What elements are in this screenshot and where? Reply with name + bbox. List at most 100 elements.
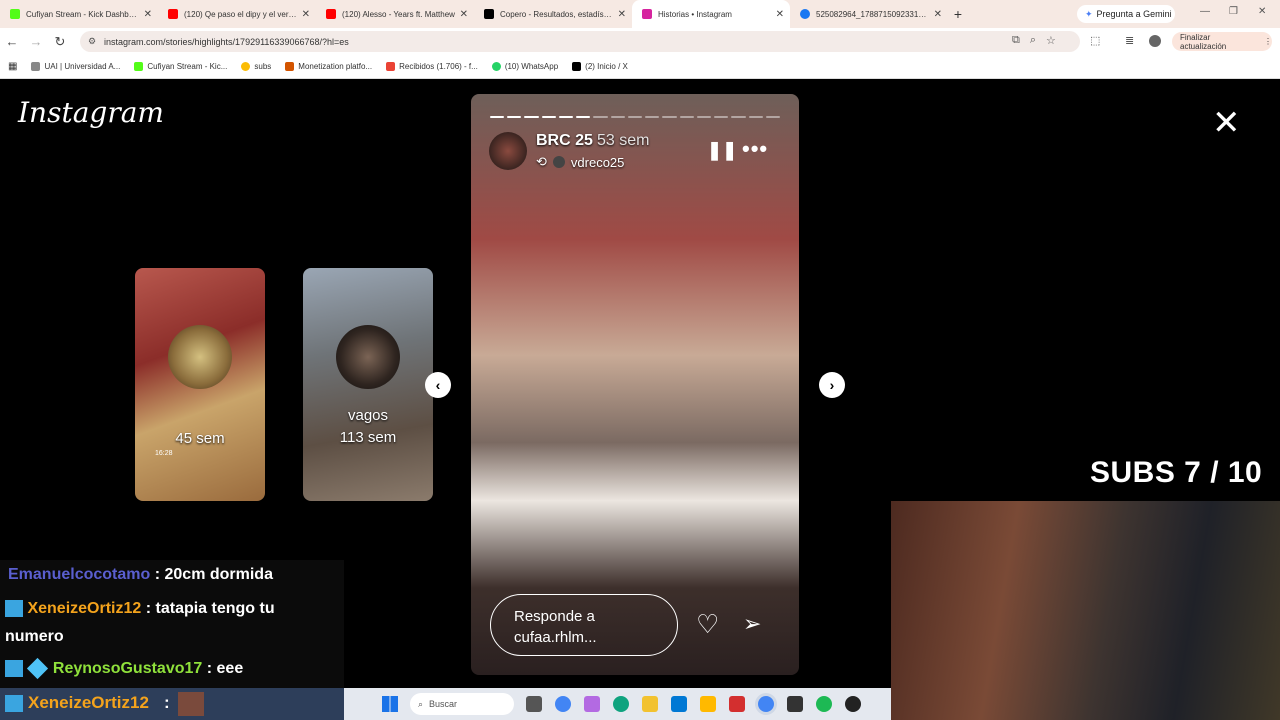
chrome-active-icon[interactable]: [758, 696, 774, 712]
story-username[interactable]: BRC 25: [536, 132, 593, 150]
update-label: Finalizar actualización: [1180, 32, 1227, 51]
chat-message: XeneizeOrtiz12 : tatapia tengo tu: [5, 600, 275, 618]
maximize-icon[interactable]: ❐: [1229, 6, 1238, 17]
close-tab-icon[interactable]: ✕: [302, 9, 310, 20]
minimize-icon[interactable]: —: [1200, 6, 1210, 17]
site-info-icon[interactable]: ⚙: [88, 36, 96, 47]
obs-icon[interactable]: [787, 696, 803, 712]
repost-icon: ⟲: [536, 154, 547, 169]
browser-tab[interactable]: Copero - Resultados, estadísticas ✕: [474, 0, 632, 28]
chat-text: : tatapia tengo tu: [145, 600, 275, 617]
bookmark-item[interactable]: (2) Inicio / X: [572, 62, 628, 71]
progress-segment: [645, 116, 660, 118]
back-icon[interactable]: ←: [0, 34, 24, 49]
browser-tab[interactable]: 525082964_1788715092331999 ✕: [790, 0, 948, 28]
new-tab-button[interactable]: +: [948, 6, 968, 22]
previous-story-button[interactable]: ‹: [425, 372, 451, 398]
bookmark-item[interactable]: Monetization platfo...: [285, 62, 372, 71]
app-icon[interactable]: [729, 696, 745, 712]
bookmark-item[interactable]: Cufiyan Stream - Kic...: [134, 62, 227, 71]
screen: Cufiyan Stream - Kick Dashboard ✕ (120) …: [0, 0, 1280, 720]
windows-start-icon[interactable]: [382, 696, 398, 712]
send-icon[interactable]: ➢: [743, 611, 761, 637]
whatsapp-icon: [491, 62, 501, 71]
taskbar-search[interactable]: ⌕ Buscar: [410, 693, 514, 715]
install-icon[interactable]: ⧉: [1012, 34, 1020, 47]
url-field[interactable]: ⚙ instagram.com/stories/highlights/17929…: [80, 31, 1080, 52]
folder-icon[interactable]: [700, 696, 716, 712]
bookmark-item[interactable]: Recibidos (1.706) - f...: [386, 62, 478, 71]
browser-tab-active[interactable]: Historias • Instagram ✕: [632, 0, 790, 28]
tab-label: 525082964_1788715092331999: [816, 9, 930, 19]
progress-segment: [731, 116, 746, 118]
browser-tab[interactable]: Cufiyan Stream - Kick Dashboard ✕: [0, 0, 158, 28]
reply-placeholder: Responde a: [514, 608, 595, 625]
avatar[interactable]: [489, 132, 527, 170]
story-preview-card[interactable]: 45 sem 16:28: [135, 268, 265, 501]
tab-label: (120) Qe paso el dipy y el verdad: [184, 9, 298, 19]
close-tab-icon[interactable]: ✕: [460, 9, 468, 20]
profile-avatar[interactable]: [1149, 35, 1161, 47]
x-icon: [484, 9, 494, 19]
chat-username: XeneizeOrtiz12: [28, 693, 149, 712]
forward-icon[interactable]: →: [24, 34, 48, 49]
browser-tab[interactable]: (120) Qe paso el dipy y el verdad ✕: [158, 0, 316, 28]
bookmark-item[interactable]: UAI | Universidad A...: [31, 62, 120, 71]
stream-chat: Emanuelcocotamo : 20cm dormida XeneizeOr…: [0, 560, 344, 688]
task-view-icon[interactable]: [526, 696, 542, 712]
story-preview-card[interactable]: vagos 113 sem: [303, 268, 433, 501]
chat-message: XeneizeOrtiz12 :: [0, 688, 344, 720]
zoom-icon[interactable]: ⌕: [1030, 34, 1036, 47]
more-options-icon[interactable]: •••: [742, 136, 768, 162]
bookmark-label: Cufiyan Stream - Kic...: [147, 62, 228, 71]
like-heart-icon[interactable]: ♡: [696, 609, 719, 640]
browser-tab[interactable]: (120) Alesso - Years ft. Matthew ✕: [316, 0, 474, 28]
story-viewer[interactable]: BRC 25 53 sem ⟲ vdreco25 ❚❚ ••• Responde…: [471, 94, 799, 675]
close-tab-icon[interactable]: ✕: [776, 9, 784, 20]
repost-info[interactable]: ⟲ vdreco25: [536, 154, 624, 170]
spotify-icon[interactable]: [816, 696, 832, 712]
more-menu-icon[interactable]: ⋮: [1264, 37, 1272, 46]
progress-segment: [558, 116, 574, 118]
tab-label: Copero - Resultados, estadísticas: [500, 9, 614, 19]
bookmark-label: subs: [254, 62, 272, 71]
bookmark-item[interactable]: subs: [241, 62, 271, 71]
bookmark-label: UAI | Universidad A...: [44, 62, 121, 71]
repost-username: vdreco25: [570, 154, 625, 170]
app-icon[interactable]: [845, 696, 861, 712]
gmail-icon: [386, 62, 396, 71]
extensions-icon[interactable]: ⬚: [1090, 34, 1100, 47]
gemini-button[interactable]: ✦ Pregunta a Gemini: [1077, 5, 1175, 23]
close-tab-icon[interactable]: ✕: [144, 9, 152, 20]
url-text: instagram.com/stories/highlights/1792911…: [104, 36, 349, 47]
progress-segment: [507, 116, 522, 118]
edge-icon[interactable]: [613, 696, 629, 712]
bookmark-star-icon[interactable]: ☆: [1046, 34, 1056, 47]
tab-search-icon[interactable]: ≣: [1125, 34, 1134, 47]
reply-input[interactable]: Responde a cufaa.rhlm...: [490, 594, 678, 656]
preview-time: 113 sem: [339, 429, 397, 446]
bookmark-item[interactable]: (10) WhatsApp: [491, 62, 558, 71]
chat-username: ReynosoGustavo17: [52, 660, 203, 677]
chrome-icon[interactable]: [555, 696, 571, 712]
subs-counter: SUBS 7 / 10: [1090, 456, 1263, 489]
subscriber-badge-icon: [5, 660, 23, 678]
bookmark-label: Recibidos (1.706) - f...: [399, 62, 478, 71]
window-close-icon[interactable]: ✕: [1258, 6, 1266, 17]
close-tab-icon[interactable]: ✕: [618, 9, 626, 20]
reload-icon[interactable]: ↻: [48, 34, 72, 50]
next-story-button[interactable]: ›: [819, 372, 845, 398]
apps-grid-icon[interactable]: ▦: [8, 61, 17, 72]
update-button[interactable]: Finalizar actualización ⋮: [1172, 32, 1272, 51]
preview-timestamp: 16:28: [155, 450, 173, 457]
close-tab-icon[interactable]: ✕: [934, 9, 942, 20]
file-explorer-icon[interactable]: [642, 696, 658, 712]
close-stories-icon[interactable]: ✕: [1212, 106, 1241, 140]
story-progress-bar: [490, 116, 780, 118]
copilot-icon[interactable]: [584, 696, 600, 712]
instagram-logo[interactable]: Instagram: [18, 96, 164, 129]
pause-icon[interactable]: ❚❚: [707, 140, 737, 161]
outlook-icon[interactable]: [671, 696, 687, 712]
chat-username: Emanuelcocotamo: [8, 566, 151, 583]
progress-segment: [610, 116, 625, 118]
